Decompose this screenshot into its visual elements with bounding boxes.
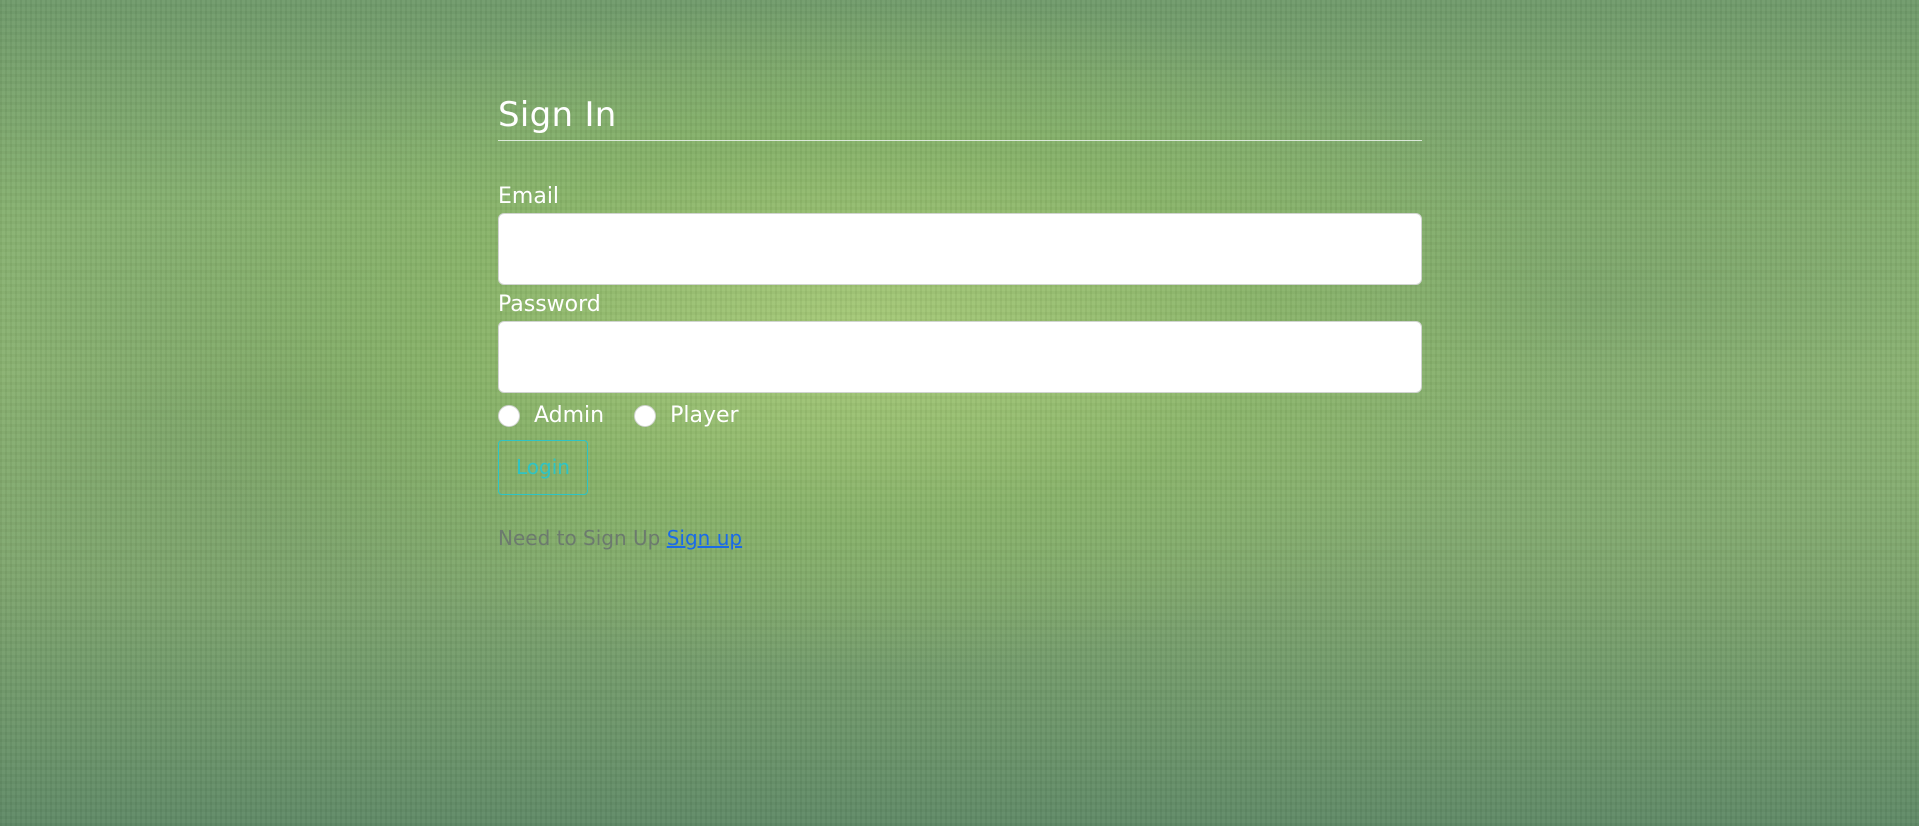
password-field[interactable] [498, 321, 1422, 393]
admin-label: Admin [534, 403, 605, 428]
player-label: Player [670, 403, 739, 428]
signup-prompt: Need to Sign Up [498, 526, 661, 550]
signup-link[interactable]: Sign up [667, 526, 742, 550]
login-button[interactable]: Login [498, 440, 588, 495]
password-label: Password [498, 292, 601, 317]
admin-radio[interactable] [498, 405, 520, 427]
role-option-player[interactable]: Player [634, 401, 739, 431]
page-title: Sign In [498, 95, 617, 135]
email-field[interactable] [498, 213, 1422, 285]
title-divider [498, 140, 1422, 141]
signin-form: Sign In Email Password Admin Player Logi… [498, 92, 1422, 551]
player-radio[interactable] [634, 405, 657, 427]
email-label: Email [498, 184, 560, 209]
role-selector: Admin Player [498, 401, 1422, 431]
signup-row: Need to Sign Up Sign up [498, 525, 1422, 551]
role-option-admin[interactable]: Admin [498, 401, 604, 431]
